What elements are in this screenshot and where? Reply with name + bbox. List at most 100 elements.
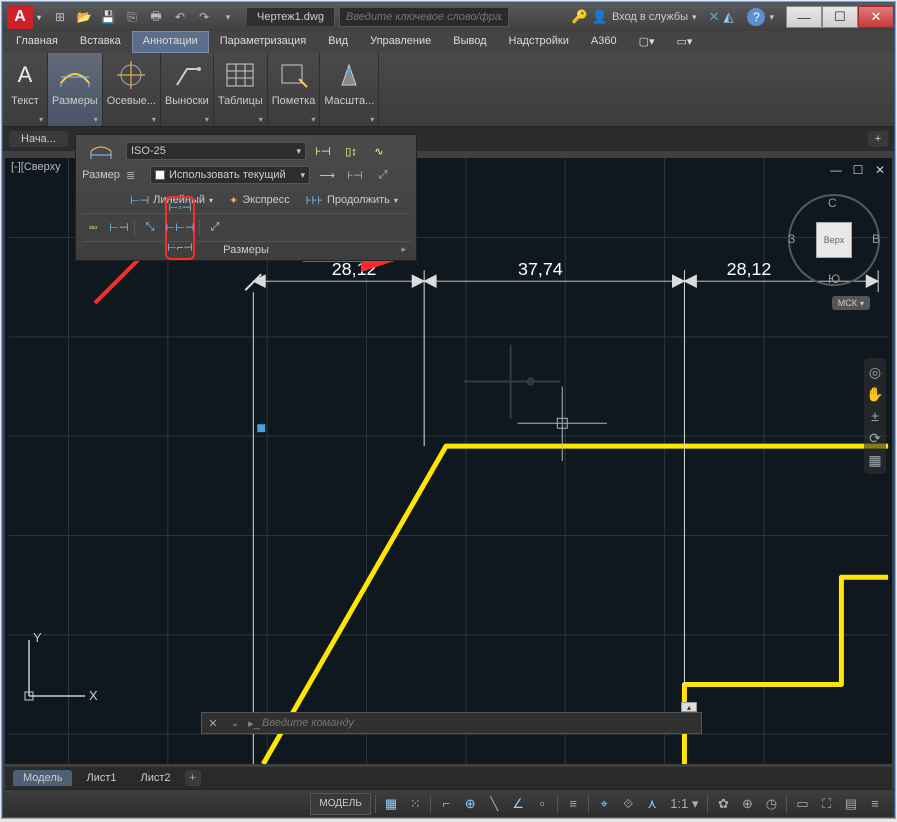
search-input[interactable] (339, 7, 509, 27)
window-minimize-button[interactable]: — (786, 6, 822, 28)
nav-showmotion-icon[interactable]: ▦ (866, 450, 884, 470)
ribbon-scale[interactable]: Масшта... ▾ (320, 53, 379, 126)
menu-output[interactable]: Вывод (442, 31, 497, 53)
layout-tab-sheet2[interactable]: Лист2 (131, 770, 181, 786)
signin-icon[interactable]: 🔑 (572, 9, 588, 25)
help-icon[interactable]: ? (747, 8, 765, 26)
layout-tab-sheet1[interactable]: Лист1 (76, 770, 126, 786)
qat-saveas-icon[interactable]: ⎘ (121, 6, 143, 28)
dim-break-icon[interactable]: ⊢◦⊣ (169, 198, 191, 218)
dim-extra4-icon[interactable]: ⤢ (204, 218, 226, 238)
dim-express-button[interactable]: ✦ Экспресс (223, 189, 296, 211)
menu-manage[interactable]: Управление (359, 31, 442, 53)
dim-style-select[interactable]: ISO-25▾ (126, 142, 306, 160)
user-icon[interactable]: 👤 (592, 9, 608, 25)
nav-wheel-icon[interactable]: ◎ (866, 362, 884, 382)
ribbon-dimensions[interactable]: Размеры ▾ (48, 53, 103, 126)
dim-space-icon[interactable]: ⊢⊢⊣ (169, 218, 191, 238)
status-hardware-icon[interactable]: ⛶ (816, 793, 838, 815)
status-clean-icon[interactable]: ▤ (840, 793, 862, 815)
status-transparency-icon[interactable]: ⌖ (593, 793, 615, 815)
file-tab-add-button[interactable]: + (868, 131, 888, 147)
command-line[interactable]: ✕ ⌄ ▸_ (201, 712, 702, 734)
menu-home[interactable]: Главная (5, 31, 69, 53)
dim-tool2-icon[interactable]: ▯↕ (340, 141, 362, 161)
dim-layer-select[interactable]: Использовать текущий▾ (150, 166, 310, 184)
dim-extra1-icon[interactable]: ▫▫ (82, 218, 104, 238)
dim-tool6-icon[interactable]: ⤢ (372, 165, 394, 185)
menu-view[interactable]: Вид (317, 31, 359, 53)
status-snap-icon[interactable]: ⁙ (404, 793, 426, 815)
viewport-label[interactable]: [-][Сверху (11, 161, 61, 173)
dim-continue-button[interactable]: ⊦⊦⊦ Продолжить ▾ (300, 189, 404, 211)
dim-tool1-icon[interactable]: ⊦⊣ (312, 141, 334, 161)
menu-insert[interactable]: Вставка (69, 31, 132, 53)
status-osnap-icon[interactable]: ∠ (507, 793, 529, 815)
exchange-icon[interactable]: ✕ (709, 9, 720, 25)
qat-save-icon[interactable]: 💾 (97, 6, 119, 28)
viewport-close-icon[interactable]: ✕ (872, 162, 888, 178)
status-ortho-icon[interactable]: ⌐ (435, 793, 457, 815)
dim-tool3-icon[interactable]: ∿ (368, 141, 390, 161)
qat-undo-icon[interactable]: ↶ (169, 6, 191, 28)
ribbon-tables[interactable]: Таблицы ▾ (214, 53, 268, 126)
cmdline-expand-button[interactable]: ▴ (681, 702, 697, 712)
qat-open-icon[interactable]: 📂 (73, 6, 95, 28)
menu-parametrize[interactable]: Параметризация (209, 31, 317, 53)
menu-ext1-icon[interactable]: ▢▾ (628, 31, 666, 53)
status-lineweight-icon[interactable]: ≡ (562, 793, 584, 815)
viewport-minimize-icon[interactable]: — (828, 162, 844, 178)
cmdline-close-icon[interactable]: ✕ (202, 717, 224, 730)
ribbon-centerlines[interactable]: Осевые... ▾ (103, 53, 161, 126)
status-plus-icon[interactable]: ⊕ (736, 793, 758, 815)
menu-a360[interactable]: A360 (580, 31, 628, 53)
status-iso-icon[interactable]: ╲ (483, 793, 505, 815)
status-annoscale-icon[interactable]: ⋏ (641, 793, 663, 815)
viewport-maximize-icon[interactable]: ☐ (850, 162, 866, 178)
status-polar-icon[interactable]: ⊕ (459, 793, 481, 815)
ribbon-leaders[interactable]: Выноски ▾ (161, 53, 214, 126)
ribbon-markup[interactable]: Пометка ▾ (268, 53, 321, 126)
viewcube[interactable]: Верх С В Ю З (788, 194, 880, 286)
signin-dropdown-icon[interactable]: ▾ (692, 12, 697, 23)
help-dropdown-icon[interactable]: ▾ (769, 12, 774, 23)
status-workspace-icon[interactable]: ◷ (760, 793, 782, 815)
status-customize-icon[interactable]: ≡ (864, 793, 886, 815)
menu-ext2-icon[interactable]: ▭▾ (666, 31, 704, 53)
viewcube-face[interactable]: Верх (816, 222, 852, 258)
qat-redo-icon[interactable]: ↷ (193, 6, 215, 28)
status-scale-label[interactable]: 1:1 ▾ (665, 793, 703, 815)
layout-tab-add-button[interactable]: + (185, 770, 201, 786)
nav-pan-icon[interactable]: ✋ (866, 384, 884, 404)
autodesk-icon[interactable]: ◭ (723, 9, 733, 25)
ribbon-text[interactable]: A Текст ▾ (3, 53, 48, 126)
status-monitor-icon[interactable]: ▭ (791, 793, 813, 815)
cmdline-options-icon[interactable]: ⌄ (224, 718, 246, 729)
nav-zoom-icon[interactable]: ± (866, 406, 884, 426)
qat-more-icon[interactable]: ▾ (217, 6, 239, 28)
qat-new-icon[interactable]: ⊞ (49, 6, 71, 28)
coordinate-system-badge[interactable]: МСК▾ (832, 296, 870, 310)
menu-annotations[interactable]: Аннотации (132, 31, 209, 53)
dim-tool4-icon[interactable]: ⟶ (316, 165, 338, 185)
app-logo[interactable]: A (7, 5, 33, 29)
status-model-button[interactable]: МОДЕЛЬ (310, 793, 370, 815)
window-maximize-button[interactable]: ☐ (822, 6, 858, 28)
layout-tab-model[interactable]: Модель (13, 770, 72, 786)
status-cycle-icon[interactable]: ⟐ (617, 793, 639, 815)
status-grid-icon[interactable]: ▦ (380, 793, 402, 815)
status-gear-icon[interactable]: ✿ (712, 793, 734, 815)
qat-print-icon[interactable]: 🖶 (145, 6, 167, 28)
dim-tool5-icon[interactable]: ⊦⊣ (344, 165, 366, 185)
command-input[interactable] (262, 717, 701, 729)
document-tab[interactable]: Чертеж1.dwg (247, 8, 335, 26)
file-tab-start[interactable]: Нача... (9, 131, 68, 147)
dim-extra3-icon[interactable]: ⤡ (139, 218, 161, 238)
status-otrack-icon[interactable]: ▫ (531, 793, 553, 815)
signin-link[interactable]: Вход в службы (612, 11, 688, 23)
window-close-button[interactable]: ✕ (858, 6, 894, 28)
dim-panel-footer[interactable]: Размеры (82, 241, 410, 258)
nav-orbit-icon[interactable]: ⟳ (866, 428, 884, 448)
dim-extra2-icon[interactable]: ⊢⊣ (108, 218, 130, 238)
menu-addons[interactable]: Надстройки (498, 31, 580, 53)
